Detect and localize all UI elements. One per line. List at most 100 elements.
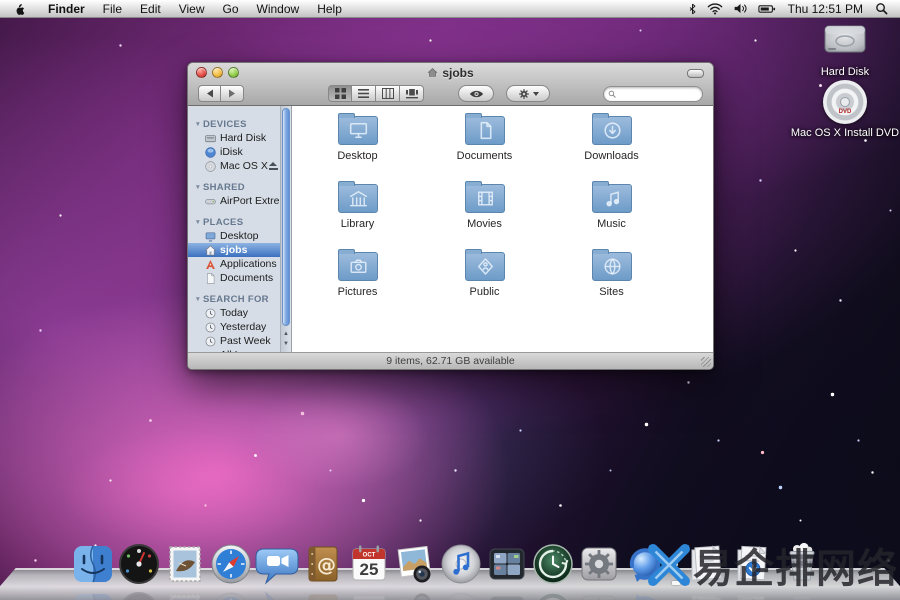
minimize-button[interactable]	[212, 67, 223, 78]
folder-label: Movies	[467, 218, 502, 230]
dock-icon-system-preferences[interactable]	[576, 541, 622, 587]
sidebar-row[interactable]: ▼AirPort Extreme	[188, 194, 280, 208]
documents-icon	[473, 120, 498, 141]
column-view-button[interactable]	[376, 85, 400, 102]
spotlight-icon[interactable]	[875, 2, 888, 15]
menu-item[interactable]: Go	[214, 2, 248, 16]
pictures-icon	[346, 256, 371, 277]
folder-item[interactable]: Sites	[548, 252, 675, 320]
docpage-icon	[204, 272, 217, 285]
wifi-icon[interactable]	[707, 2, 723, 15]
desktop-icon-label: Mac OS X Install DVD	[775, 127, 900, 139]
folder-item[interactable]: Pictures	[294, 252, 421, 320]
sidebar-scrollbar[interactable]: ▲▼	[280, 106, 291, 352]
folder-item[interactable]: Desktop	[294, 116, 421, 184]
folder-item[interactable]: Downloads	[548, 116, 675, 184]
menu-clock[interactable]: Thu 12:51 PM	[786, 2, 865, 16]
dock-icon-software-update[interactable]	[622, 541, 668, 587]
apple-menu-icon[interactable]	[12, 2, 25, 16]
icon-view-button[interactable]	[328, 85, 352, 102]
toolbar-toggle-button[interactable]	[687, 69, 704, 78]
dock-icon-ichat[interactable]	[254, 541, 300, 587]
dock-icon-documents-stack[interactable]	[684, 541, 730, 587]
action-menu-button[interactable]	[506, 85, 550, 102]
battery-icon[interactable]	[758, 4, 776, 14]
folder-item[interactable]: Public	[421, 252, 548, 320]
dock-icon-finder[interactable]	[70, 541, 116, 587]
menu-item[interactable]: Finder	[39, 2, 94, 16]
folder-item[interactable]: Movies	[421, 184, 548, 252]
dock-icon-time-machine[interactable]	[530, 541, 576, 587]
list-view-button[interactable]	[352, 85, 376, 102]
sidebar-row[interactable]: ▼iDisk	[188, 145, 280, 159]
dock-icon-ical[interactable]: OCT25	[346, 541, 392, 587]
dock-icon-downloads-stack[interactable]	[730, 541, 776, 587]
scrollbar-thumb[interactable]	[282, 108, 290, 326]
dock-icon-trash[interactable]	[776, 541, 828, 587]
zoom-button[interactable]	[228, 67, 239, 78]
scroll-up-icon[interactable]: ▲	[283, 329, 289, 339]
music-icon	[600, 188, 625, 209]
folder-icon	[338, 116, 378, 145]
clock-icon	[204, 307, 217, 320]
bluetooth-icon[interactable]	[688, 2, 697, 16]
coverflow-view-button[interactable]	[400, 85, 424, 102]
menu-item[interactable]: View	[170, 2, 214, 16]
forward-button[interactable]	[221, 85, 244, 102]
dock-icon-itunes[interactable]	[438, 541, 484, 587]
sidebar-row[interactable]: ▼Yesterday	[188, 320, 280, 334]
disclosure-triangle-icon[interactable]: ▼	[193, 296, 203, 303]
sidebar-row[interactable]: ▼Mac OS X I...	[188, 159, 280, 173]
title-bar[interactable]: sjobs	[188, 63, 713, 82]
quick-look-button[interactable]	[458, 85, 494, 102]
search-field[interactable]	[603, 86, 703, 102]
downloads-icon	[600, 120, 625, 141]
dvd-logo-text: DVD	[823, 109, 867, 115]
sidebar: ▼DEVICES▼Hard Disk▼iDisk▼Mac OS X I... ▼S…	[188, 106, 292, 352]
folder-icon	[592, 116, 632, 145]
nebula-glow	[250, 380, 430, 490]
sidebar-row[interactable]: ▼DEVICES	[188, 117, 280, 131]
back-button[interactable]	[198, 85, 221, 102]
dock-icon-mail[interactable]	[162, 541, 208, 587]
sidebar-row[interactable]: ▼SEARCH FOR	[188, 292, 280, 306]
sidebar-row[interactable]: ▼PLACES	[188, 215, 280, 229]
menu-item[interactable]: Help	[308, 2, 351, 16]
resize-grip[interactable]	[701, 357, 711, 367]
status-text: 9 items, 62.71 GB available	[386, 355, 514, 367]
volume-icon[interactable]	[733, 2, 748, 15]
sidebar-row[interactable]: ▼Applications	[188, 257, 280, 271]
folder-item[interactable]: Documents	[421, 116, 548, 184]
menu-item[interactable]: File	[94, 2, 131, 16]
dock-icon-dashboard[interactable]	[116, 541, 162, 587]
scroll-down-icon[interactable]: ▼	[283, 339, 289, 349]
dock-icon-safari[interactable]	[208, 541, 254, 587]
close-button[interactable]	[196, 67, 207, 78]
sidebar-row[interactable]: ▼SHARED	[188, 180, 280, 194]
sidebar-row[interactable]: ▼Documents	[188, 271, 280, 285]
folder-item[interactable]: Library	[294, 184, 421, 252]
folder-item[interactable]: Music	[548, 184, 675, 252]
sidebar-row[interactable]: ▼Desktop	[188, 229, 280, 243]
desktop-icon-install-dvd[interactable]: DVD Mac OS X Install DVD	[775, 80, 900, 139]
sidebar-row[interactable]: ▼Hard Disk	[188, 131, 280, 145]
window-chrome[interactable]: sjobs	[188, 63, 713, 106]
search-input[interactable]	[619, 88, 689, 99]
scrollbar-arrows[interactable]: ▲▼	[281, 328, 291, 350]
sidebar-row[interactable]: ▼Today	[188, 306, 280, 320]
dock-icon-address-book[interactable]: @	[300, 541, 346, 587]
menu-item[interactable]: Window	[248, 2, 309, 16]
disclosure-triangle-icon[interactable]: ▼	[193, 121, 203, 128]
sidebar-row[interactable]: ▼sjobs	[188, 243, 280, 257]
dock-icon-spaces[interactable]	[484, 541, 530, 587]
disclosure-triangle-icon[interactable]: ▼	[193, 219, 203, 226]
menu-item[interactable]: Edit	[131, 2, 170, 16]
dock-icon-iphoto[interactable]	[392, 541, 438, 587]
folder-label: Documents	[457, 150, 513, 162]
disclosure-triangle-icon[interactable]: ▼	[193, 184, 203, 191]
desktop-icon-hard-disk[interactable]: Hard Disk	[795, 22, 895, 78]
eject-icon[interactable]	[269, 162, 278, 170]
svg-text:25: 25	[360, 560, 379, 579]
sidebar-row[interactable]: ▼Past Week	[188, 334, 280, 348]
folder-label: Downloads	[584, 150, 638, 162]
